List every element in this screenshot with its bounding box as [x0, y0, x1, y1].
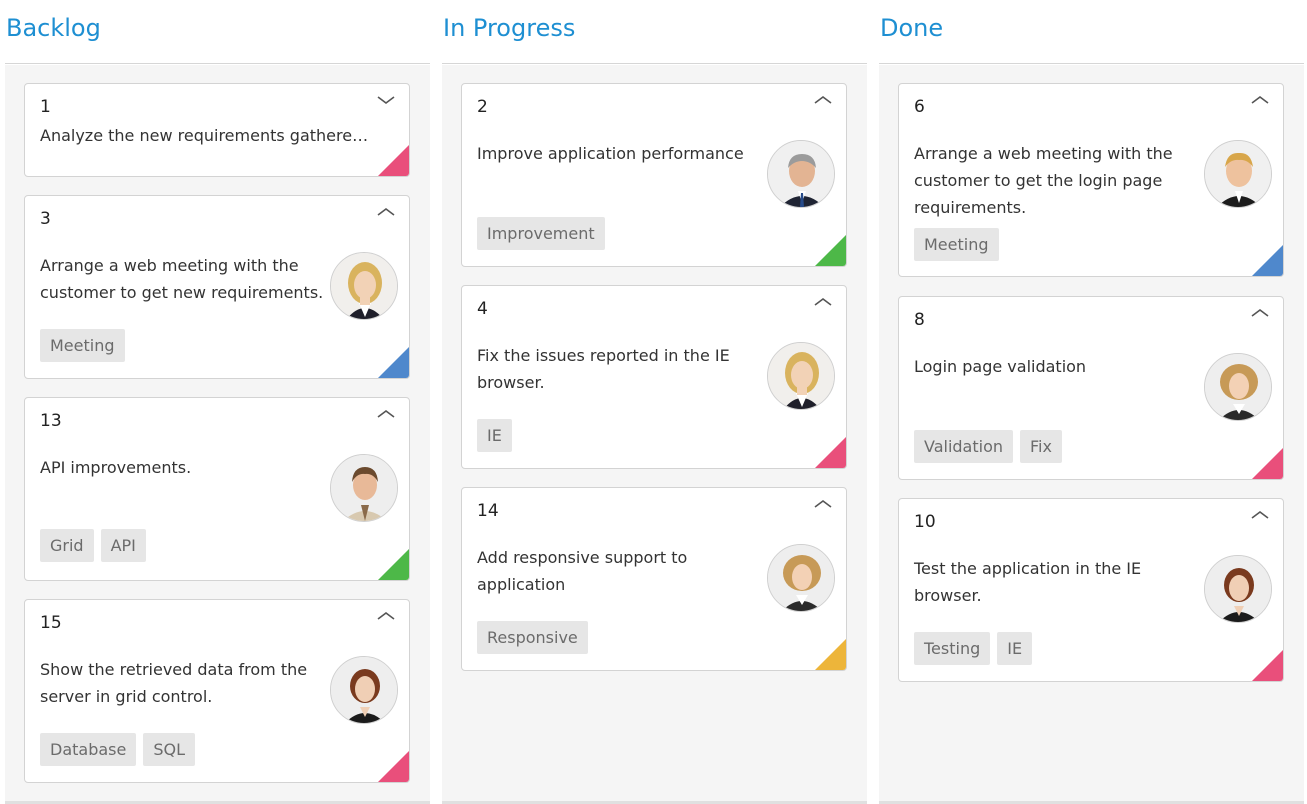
- tag-list: Meeting: [40, 329, 125, 362]
- tag: Fix: [1020, 430, 1062, 463]
- priority-corner-icon: [378, 549, 409, 580]
- column-body: 1 Analyze the new requirements gathered …: [5, 65, 430, 804]
- tag-list: Validation Fix: [914, 430, 1062, 463]
- card-summary: Add responsive support to application: [477, 548, 688, 594]
- kanban-card[interactable]: 15 Show the retrieved data from the serv…: [24, 599, 410, 783]
- avatar: [1204, 140, 1272, 208]
- card-id: 3: [40, 209, 51, 229]
- priority-corner-icon: [815, 235, 846, 266]
- chevron-up-icon[interactable]: [377, 610, 395, 622]
- card-summary: Improve application performance: [477, 144, 744, 163]
- chevron-up-icon[interactable]: [1251, 509, 1269, 521]
- priority-corner-icon: [815, 639, 846, 670]
- tag: API: [100, 529, 146, 562]
- avatar: [330, 454, 398, 522]
- priority-corner-icon: [378, 145, 409, 176]
- avatar: [767, 342, 835, 410]
- priority-corner-icon: [1252, 650, 1283, 681]
- kanban-card[interactable]: 8 Login page validation Validation Fix: [898, 296, 1284, 480]
- chevron-up-icon[interactable]: [1251, 307, 1269, 319]
- card-summary: Arrange a web meeting with the customer …: [40, 256, 324, 302]
- tag-list: Responsive: [477, 621, 588, 654]
- card-id: 10: [914, 512, 936, 532]
- column-title: Done: [880, 14, 944, 42]
- tag: Validation: [914, 430, 1014, 463]
- priority-corner-icon: [1252, 245, 1283, 276]
- priority-corner-icon: [378, 347, 409, 378]
- tag: Grid: [40, 529, 94, 562]
- kanban-card[interactable]: 6 Arrange a web meeting with the custome…: [898, 83, 1284, 277]
- tag: IE: [997, 632, 1033, 665]
- tag: Database: [40, 733, 137, 766]
- kanban-card[interactable]: 2 Improve application performance Improv…: [461, 83, 847, 267]
- card-summary: Analyze the new requirements gathered fr…: [40, 126, 375, 145]
- kanban-card[interactable]: 4 Fix the issues reported in the IE brow…: [461, 285, 847, 469]
- priority-corner-icon: [1252, 448, 1283, 479]
- chevron-up-icon[interactable]: [377, 408, 395, 420]
- tag-list: Testing IE: [914, 632, 1033, 665]
- avatar: [1204, 555, 1272, 623]
- card-summary: Arrange a web meeting with the customer …: [914, 144, 1173, 217]
- card-id: 8: [914, 310, 925, 330]
- card-summary: Test the application in the IE browser.: [914, 559, 1142, 605]
- card-id: 15: [40, 613, 62, 633]
- chevron-up-icon[interactable]: [814, 94, 832, 106]
- column-title: In Progress: [443, 14, 576, 42]
- tag: Testing: [914, 632, 991, 665]
- tag: SQL: [143, 733, 196, 766]
- column-title: Backlog: [6, 14, 101, 42]
- tag-list: Meeting: [914, 228, 999, 261]
- card-summary: Show the retrieved data from the server …: [40, 660, 308, 706]
- avatar: [767, 140, 835, 208]
- chevron-up-icon[interactable]: [1251, 94, 1269, 106]
- card-id: 14: [477, 501, 499, 521]
- column-in-progress: In Progress 2 Improve application perfor…: [442, 0, 867, 804]
- kanban-card[interactable]: 13 API improvements. Grid API: [24, 397, 410, 581]
- column-header: Done: [879, 0, 1304, 64]
- avatar: [767, 544, 835, 612]
- card-id: 6: [914, 97, 925, 117]
- chevron-down-icon[interactable]: [377, 94, 395, 106]
- tag: Improvement: [477, 217, 605, 250]
- tag-list: Grid API: [40, 529, 146, 562]
- kanban-card[interactable]: 14 Add responsive support to application…: [461, 487, 847, 671]
- tag-list: Database SQL: [40, 733, 196, 766]
- chevron-up-icon[interactable]: [377, 206, 395, 218]
- column-done: Done 6 Arrange a web meeting with the cu…: [879, 0, 1304, 804]
- card-id: 13: [40, 411, 62, 431]
- avatar: [330, 656, 398, 724]
- column-body: 2 Improve application performance Improv…: [442, 65, 867, 804]
- chevron-up-icon[interactable]: [814, 498, 832, 510]
- card-summary: API improvements.: [40, 458, 192, 477]
- tag: Responsive: [477, 621, 588, 654]
- kanban-card[interactable]: 10 Test the application in the IE browse…: [898, 498, 1284, 682]
- tag: Meeting: [914, 228, 999, 261]
- tag-list: Improvement: [477, 217, 605, 250]
- card-id: 1: [40, 97, 51, 117]
- kanban-card[interactable]: 3 Arrange a web meeting with the custome…: [24, 195, 410, 379]
- card-id: 4: [477, 299, 488, 319]
- column-header: Backlog: [5, 0, 430, 64]
- tag-list: IE: [477, 419, 512, 452]
- card-summary: Login page validation: [914, 357, 1087, 376]
- avatar: [1204, 353, 1272, 421]
- kanban-card[interactable]: 1 Analyze the new requirements gathered …: [24, 83, 410, 177]
- card-summary: Fix the issues reported in the IE browse…: [477, 346, 730, 392]
- priority-corner-icon: [378, 751, 409, 782]
- column-body: 6 Arrange a web meeting with the custome…: [879, 65, 1304, 804]
- chevron-up-icon[interactable]: [814, 296, 832, 308]
- avatar: [330, 252, 398, 320]
- tag: IE: [477, 419, 512, 452]
- tag: Meeting: [40, 329, 125, 362]
- column-header: In Progress: [442, 0, 867, 64]
- card-id: 2: [477, 97, 488, 117]
- column-backlog: Backlog 1 Analyze the new requirements g…: [5, 0, 430, 804]
- priority-corner-icon: [815, 437, 846, 468]
